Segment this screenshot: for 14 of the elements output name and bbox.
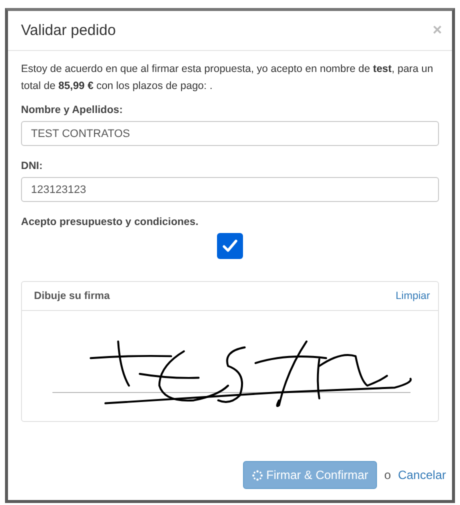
accept-label: Acepto presupuesto y condiciones. — [21, 216, 200, 228]
input-field[interactable]: 123123123 — [21, 177, 439, 202]
separator-text: o — [384, 468, 391, 482]
checkbox[interactable] — [217, 233, 243, 259]
cancel-link[interactable]: Cancelar — [398, 468, 446, 482]
dialog-title: Validar pedido — [21, 22, 116, 39]
checkmark-icon — [222, 239, 238, 253]
field-label: Nombre y Apellidos: — [21, 104, 124, 116]
input-field[interactable]: TEST CONTRATOS — [21, 121, 439, 146]
field-label: DNI: — [21, 160, 44, 172]
spinner-icon — [252, 470, 264, 480]
clear-link[interactable]: Limpiar — [396, 290, 430, 302]
agreement-text: Estoy de acuerdo en que al firmar esta propuesta, yo acepto en nombre de test, para un total de 85,99 € con los plazos de pago: . — [21, 62, 434, 94]
panel-title: Dibuje su firma — [34, 290, 110, 302]
